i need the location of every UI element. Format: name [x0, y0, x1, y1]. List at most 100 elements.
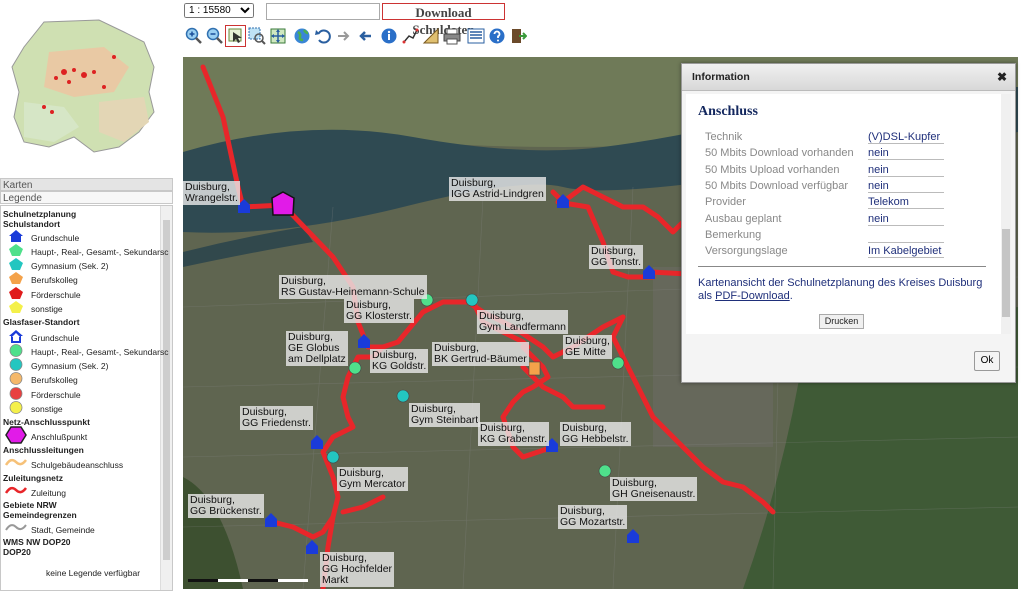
- print-icon[interactable]: [441, 25, 462, 47]
- row-value: nein: [868, 213, 944, 226]
- legend-scrollbar[interactable]: [160, 206, 172, 590]
- legend-item-gf-grundschule: Grundschule: [31, 333, 80, 343]
- map-label: Duisburg, BK Gertrud-Bäumer: [432, 342, 529, 366]
- circle-teal-icon: [9, 358, 23, 371]
- legend-item-anschlusspunkt: Anschlußpunkt: [31, 432, 88, 442]
- left-panel: Karten Legende Schulnetzplanung Schulsta…: [0, 0, 178, 599]
- close-icon[interactable]: ✖: [997, 70, 1007, 84]
- legend-item-sonstige: sonstige: [31, 304, 63, 314]
- legend-group-anschlussleitungen: Anschlussleitungen: [3, 445, 84, 455]
- back-arrow-icon[interactable]: [354, 25, 375, 47]
- undo-icon[interactable]: [312, 25, 333, 47]
- map-label: Duisburg, GG Brückenstr.: [188, 494, 264, 518]
- information-dialog: Information ✖ Anschluss Technik (V)DSL-K…: [681, 63, 1016, 383]
- wave-grey-icon: [5, 524, 27, 531]
- exit-icon[interactable]: [507, 25, 528, 47]
- map-label: Duisburg, Gym Landfermann: [477, 310, 568, 334]
- house-outline-blue-icon: [9, 330, 23, 343]
- legend-group-schulnetzplanung: Schulnetzplanung: [3, 209, 77, 219]
- legend-item-gf-gymnasium: Gymnasium (Sek. 2): [31, 361, 109, 371]
- map-label: Duisburg, GG Hebbelstr.: [560, 422, 631, 446]
- row-key: Bemerkung: [705, 229, 762, 241]
- measure-area-icon[interactable]: [420, 25, 441, 47]
- scale-select[interactable]: 1 : 15580: [184, 3, 254, 18]
- pentagon-yellow-icon: [9, 301, 23, 313]
- pentagon-teal-icon: [9, 258, 23, 270]
- legend-item-zuleitung: Zuleitung: [31, 488, 66, 498]
- legend-item-hauptschule: Haupt-, Real-, Gesamt-, Sekundarsc: [31, 247, 169, 257]
- legend-item-gf-foerderschule: Förderschule: [31, 390, 81, 400]
- map-label: Duisburg, KG Grabenstr.: [478, 422, 550, 446]
- legend-item-gf-sonstige: sonstige: [31, 404, 63, 414]
- info-icon[interactable]: [378, 25, 399, 47]
- legend-group-zuleitungsnetz: Zuleitungsnetz: [3, 473, 63, 483]
- info-select-icon[interactable]: [225, 25, 246, 47]
- dialog-note: Kartenansicht der Schulnetzplanung des K…: [698, 277, 983, 302]
- dialog-scrollbar[interactable]: [1001, 94, 1011, 334]
- row-value: (V)DSL-Kupfer: [868, 131, 944, 144]
- row-key: Technik: [705, 131, 743, 143]
- map-label: Duisburg, RS Gustav-Heinemann-Schule: [279, 275, 427, 299]
- map-label: Duisburg, IGG Astrid-Lindgren: [449, 177, 546, 201]
- row-value: nein: [868, 147, 944, 160]
- pentagon-orange-icon: [9, 272, 23, 284]
- overview-map[interactable]: [4, 12, 164, 162]
- forward-arrow-icon[interactable]: [333, 25, 354, 47]
- legend-item-gf-berufskolleg: Berufskolleg: [31, 375, 78, 385]
- row-key: 50 Mbits Upload vorhanden: [705, 164, 840, 176]
- map-label: Duisburg, GE Mitte: [563, 335, 612, 359]
- legend-item-foerderschule: Förderschule: [31, 290, 81, 300]
- legend-group-gemeindegrenzen: Gemeindegrenzen: [3, 510, 77, 520]
- dialog-title[interactable]: Information: [682, 64, 1015, 91]
- print-button[interactable]: Drucken: [819, 314, 864, 329]
- layers-icon[interactable]: [465, 25, 486, 47]
- zoom-in-icon[interactable]: [183, 25, 204, 47]
- legend-item-schulgebaeude: Schulgebäudeanschluss: [31, 460, 124, 470]
- circle-orange-icon: [9, 372, 23, 385]
- pentagon-red-icon: [9, 287, 23, 299]
- row-key: Versorgungslage: [705, 245, 788, 257]
- dialog-heading: Anschluss: [698, 104, 758, 119]
- download-schuldaten-button[interactable]: Download Schuldaten: [382, 3, 505, 37]
- map-label: Duisburg, GG Mozartstr.: [558, 505, 628, 529]
- legend-item-grundschule: Grundschule: [31, 233, 80, 243]
- row-value: nein: [868, 164, 944, 177]
- legend-item-gymnasium: Gymnasium (Sek. 2): [31, 261, 109, 271]
- pentagon-green-icon: [9, 244, 23, 256]
- circle-red-icon: [9, 387, 23, 400]
- pdf-download-link[interactable]: PDF-Download: [715, 290, 790, 302]
- row-key: 50 Mbits Download verfügbar: [705, 180, 849, 192]
- zoom-box-icon[interactable]: [246, 25, 267, 47]
- map-label: Duisburg, GE Globus am Dellplatz: [286, 331, 348, 366]
- row-key: 50 Mbits Download vorhanden: [705, 147, 854, 159]
- measure-distance-icon[interactable]: [399, 25, 420, 47]
- ok-button[interactable]: Ok: [974, 351, 1000, 371]
- row-value: [868, 229, 944, 243]
- row-value: Telekom: [868, 196, 944, 209]
- house-blue-icon: [9, 230, 23, 242]
- circle-yellow-icon: [9, 401, 23, 414]
- row-value: nein: [868, 180, 944, 193]
- map-label: Duisburg, KG Goldstr.: [370, 349, 429, 373]
- help-icon[interactable]: [486, 25, 507, 47]
- globe-icon[interactable]: [291, 25, 312, 47]
- map-label: Duisburg, Gym Mercator: [337, 467, 408, 491]
- legend-no-legend-text: keine Legende verfügbar: [46, 568, 141, 578]
- map-label: Duisburg, GG Klosterstr.: [344, 299, 414, 323]
- row-key: Ausbau geplant: [705, 213, 782, 225]
- tab-legende[interactable]: Legende: [0, 191, 173, 204]
- tab-karten[interactable]: Karten: [0, 178, 173, 191]
- wave-red-icon: [5, 486, 27, 494]
- map-label: Duisburg, Wrangelstr.: [183, 181, 240, 205]
- map-label: Duisburg, Gym Steinbart: [409, 403, 481, 427]
- row-value: Im Kabelgebiet: [868, 245, 944, 258]
- map-label: Duisburg, GG Friedenstr.: [240, 406, 313, 430]
- legend-item-gf-hauptschule: Haupt-, Real-, Gesamt-, Sekundarsc: [31, 347, 169, 357]
- map-label: Duisburg, GG Tonstr.: [589, 245, 643, 269]
- zoom-out-icon[interactable]: [204, 25, 225, 47]
- legend-item-stadt-gemeinde: Stadt, Gemeinde: [31, 525, 95, 535]
- dialog-content: Anschluss Technik (V)DSL-Kupfer 50 Mbits…: [686, 94, 1001, 334]
- zoom-extent-icon[interactable]: [267, 25, 288, 47]
- search-input[interactable]: [266, 3, 380, 20]
- hexagon-magenta-icon: [5, 426, 27, 444]
